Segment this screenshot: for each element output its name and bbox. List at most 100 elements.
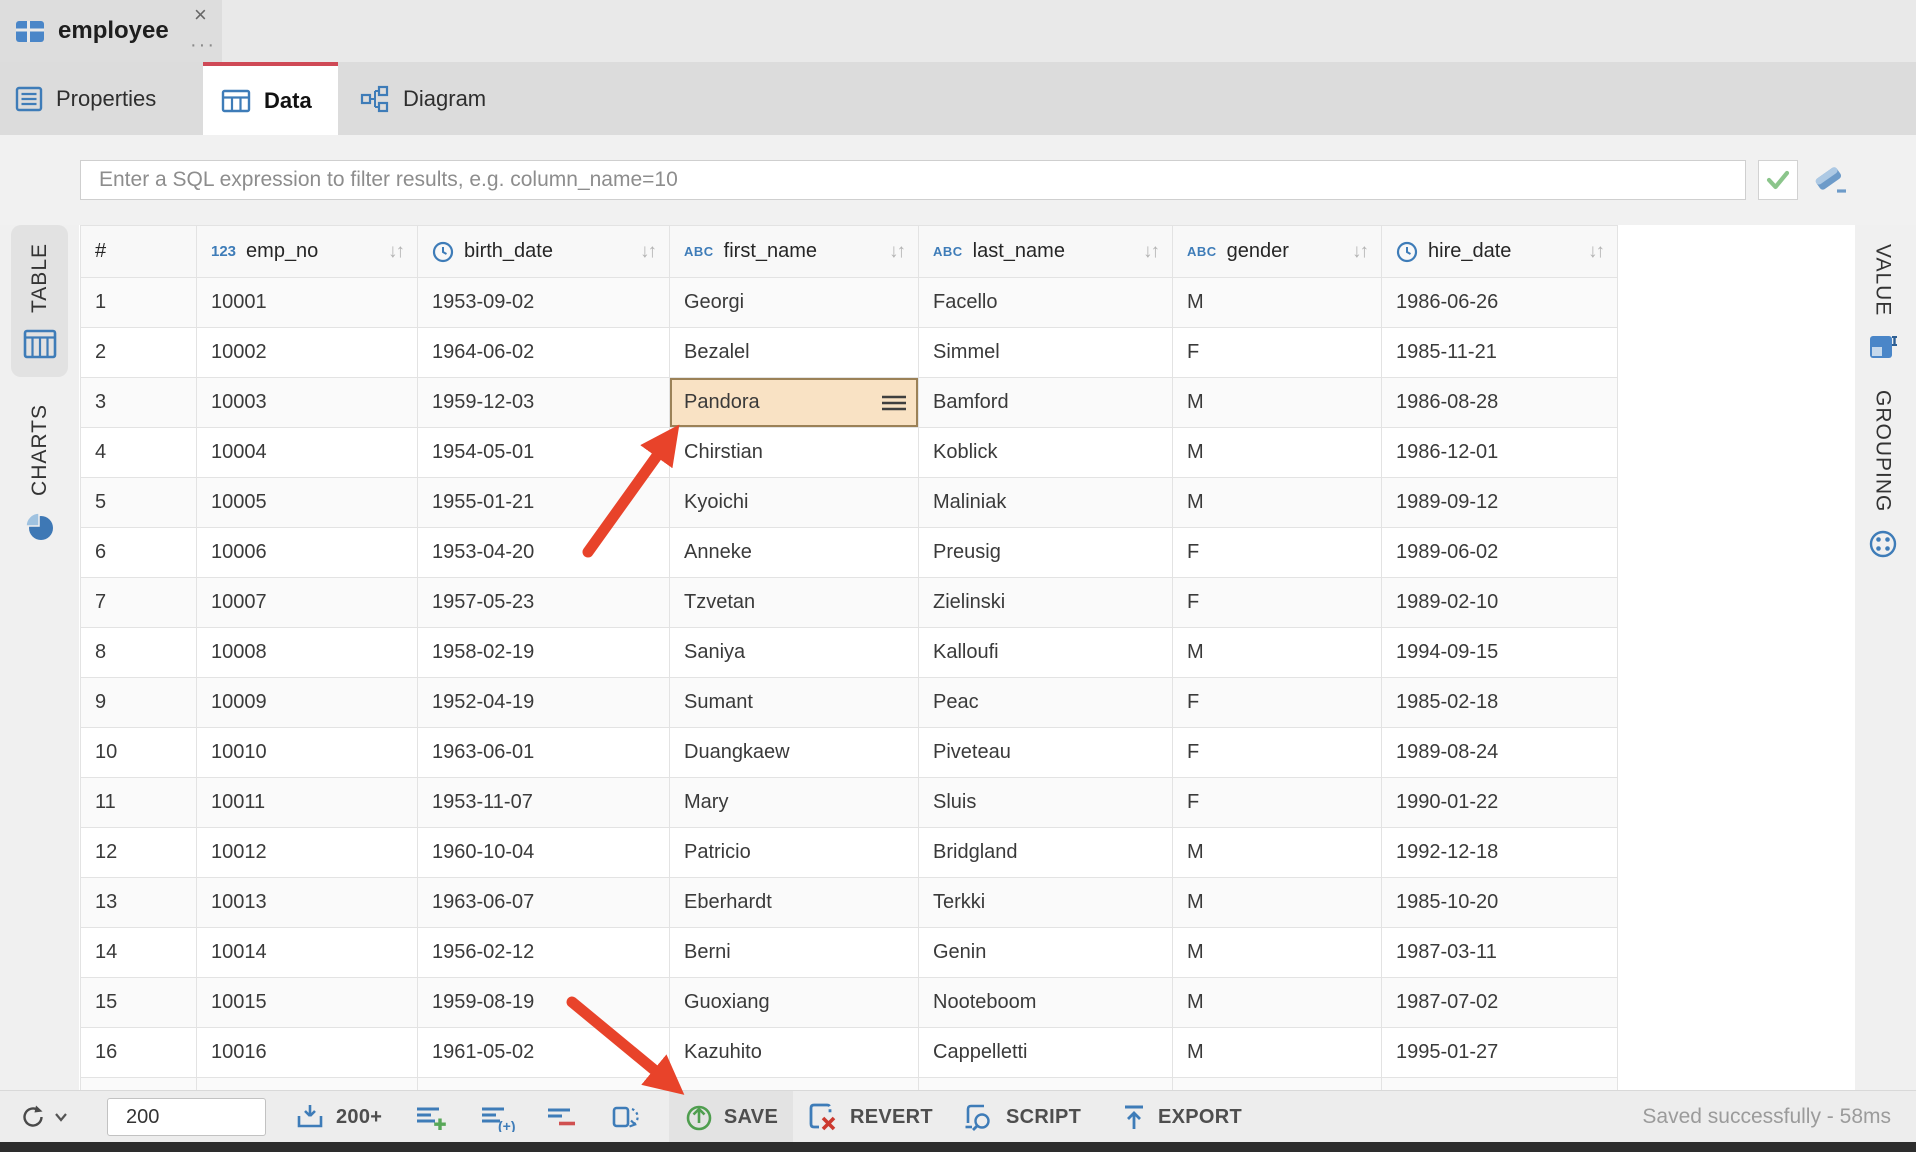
column-header-birth_date[interactable]: birth_date↓↑	[418, 226, 670, 278]
data-cell[interactable]: 1985-11-21	[1382, 328, 1618, 378]
row-number-cell[interactable]: 13	[81, 878, 197, 928]
data-cell[interactable]: 10014	[197, 928, 418, 978]
refresh-cell-button[interactable]	[610, 1091, 642, 1143]
data-cell[interactable]: 1985-02-18	[1382, 678, 1618, 728]
data-cell[interactable]: 10007	[197, 578, 418, 628]
data-cell[interactable]: M	[1173, 928, 1382, 978]
data-cell[interactable]: 1989-08-24	[1382, 728, 1618, 778]
data-cell[interactable]: 10016	[197, 1028, 418, 1078]
data-cell[interactable]: 1952-04-19	[418, 678, 670, 728]
data-cell[interactable]: Preusig	[919, 528, 1173, 578]
data-cell[interactable]: F	[1173, 328, 1382, 378]
data-cell[interactable]: 1963-06-07	[418, 878, 670, 928]
data-cell[interactable]: F	[1173, 678, 1382, 728]
data-cell[interactable]: F	[1173, 728, 1382, 778]
data-cell[interactable]: 1960-10-04	[418, 828, 670, 878]
save-button[interactable]: SAVE	[669, 1091, 793, 1143]
data-cell[interactable]: 1989-06-02	[1382, 528, 1618, 578]
data-cell[interactable]: 1985-10-20	[1382, 878, 1618, 928]
data-cell[interactable]: 10002	[197, 328, 418, 378]
rail-item-grouping[interactable]: GROUPING	[1854, 377, 1911, 572]
data-cell[interactable]: 1964-06-02	[418, 328, 670, 378]
data-cell[interactable]: Piveteau	[919, 728, 1173, 778]
data-cell[interactable]: Bezalel	[670, 328, 919, 378]
data-cell[interactable]: 10006	[197, 528, 418, 578]
data-cell[interactable]: 1990-01-22	[1382, 778, 1618, 828]
data-cell[interactable]: Chirstian	[670, 428, 919, 478]
data-cell[interactable]: 1987-07-02	[1382, 978, 1618, 1028]
data-cell[interactable]: 1953-04-20	[418, 528, 670, 578]
script-button[interactable]: SCRIPT	[962, 1091, 1081, 1143]
row-number-cell[interactable]: 5	[81, 478, 197, 528]
data-cell[interactable]: M	[1173, 1028, 1382, 1078]
row-number-cell[interactable]: 7	[81, 578, 197, 628]
data-cell[interactable]: 1989-09-12	[1382, 478, 1618, 528]
data-cell[interactable]: M	[1173, 278, 1382, 328]
data-cell[interactable]: M	[1173, 878, 1382, 928]
data-cell[interactable]: 10009	[197, 678, 418, 728]
tab-diagram[interactable]: Diagram	[338, 62, 518, 135]
data-cell[interactable]: Saniya	[670, 628, 919, 678]
data-cell[interactable]: Mary	[670, 778, 919, 828]
tab-properties[interactable]: Properties	[0, 62, 203, 135]
refresh-button[interactable]	[18, 1091, 68, 1143]
data-cell[interactable]: M	[1173, 828, 1382, 878]
apply-filter-button[interactable]	[1758, 160, 1798, 200]
data-cell[interactable]: Maliniak	[919, 478, 1173, 528]
data-cell[interactable]: F	[1173, 778, 1382, 828]
data-cell[interactable]: 1986-12-01	[1382, 428, 1618, 478]
rail-item-table[interactable]: TABLE	[11, 225, 68, 377]
data-cell[interactable]: Koblick	[919, 428, 1173, 478]
delete-row-button[interactable]	[545, 1091, 579, 1143]
clear-filter-button[interactable]	[1812, 163, 1852, 204]
sort-icon[interactable]: ↓↑	[1143, 241, 1158, 263]
data-cell[interactable]: 1954-05-01	[418, 428, 670, 478]
row-number-cell[interactable]: 11	[81, 778, 197, 828]
row-number-cell[interactable]: 15	[81, 978, 197, 1028]
row-number-cell[interactable]: 14	[81, 928, 197, 978]
row-number-cell[interactable]: 6	[81, 528, 197, 578]
row-number-header[interactable]: #	[81, 226, 197, 278]
data-cell[interactable]: Sumant	[670, 678, 919, 728]
data-cell[interactable]: Bamford	[919, 378, 1173, 428]
data-cell[interactable]: Patricio	[670, 828, 919, 878]
row-number-cell[interactable]: 9	[81, 678, 197, 728]
row-number-cell[interactable]: 8	[81, 628, 197, 678]
data-cell[interactable]: 1989-02-10	[1382, 578, 1618, 628]
sort-icon[interactable]: ↓↑	[1352, 241, 1367, 263]
rail-item-charts[interactable]: CHARTS	[11, 393, 68, 553]
data-cell[interactable]: Kyoichi	[670, 478, 919, 528]
data-cell[interactable]: 1957-05-23	[418, 578, 670, 628]
data-cell[interactable]: M	[1173, 428, 1382, 478]
data-cell[interactable]: 1958-02-19	[418, 628, 670, 678]
row-number-cell[interactable]: 4	[81, 428, 197, 478]
data-cell[interactable]: 1986-08-28	[1382, 378, 1618, 428]
export-button[interactable]: EXPORT	[1120, 1091, 1242, 1143]
data-cell[interactable]: Duangkaew	[670, 728, 919, 778]
data-cell[interactable]: Sluis	[919, 778, 1173, 828]
data-cell[interactable]: Facello	[919, 278, 1173, 328]
column-header-emp_no[interactable]: 123emp_no↓↑	[197, 226, 418, 278]
data-cell[interactable]: Genin	[919, 928, 1173, 978]
data-cell[interactable]: 1987-03-11	[1382, 928, 1618, 978]
data-cell[interactable]: Peac	[919, 678, 1173, 728]
data-cell[interactable]: Anneke	[670, 528, 919, 578]
data-cell[interactable]: Pandora	[670, 378, 919, 428]
data-cell[interactable]: M	[1173, 378, 1382, 428]
data-cell[interactable]: F	[1173, 578, 1382, 628]
tab-overflow-icon[interactable]: ···	[190, 34, 216, 57]
data-cell[interactable]: Zielinski	[919, 578, 1173, 628]
window-tab-employee[interactable]: employee	[0, 0, 222, 62]
data-cell[interactable]: 10013	[197, 878, 418, 928]
data-cell[interactable]: 10005	[197, 478, 418, 528]
data-cell[interactable]: 1994-09-15	[1382, 628, 1618, 678]
data-cell[interactable]: 1992-12-18	[1382, 828, 1618, 878]
add-row-button[interactable]	[414, 1091, 448, 1143]
data-cell[interactable]: Simmel	[919, 328, 1173, 378]
row-number-cell[interactable]: 1	[81, 278, 197, 328]
data-cell[interactable]: 1959-08-19	[418, 978, 670, 1028]
data-cell[interactable]: 1953-09-02	[418, 278, 670, 328]
data-cell[interactable]: 10001	[197, 278, 418, 328]
data-cell[interactable]: 1959-12-03	[418, 378, 670, 428]
column-header-hire_date[interactable]: hire_date↓↑	[1382, 226, 1618, 278]
